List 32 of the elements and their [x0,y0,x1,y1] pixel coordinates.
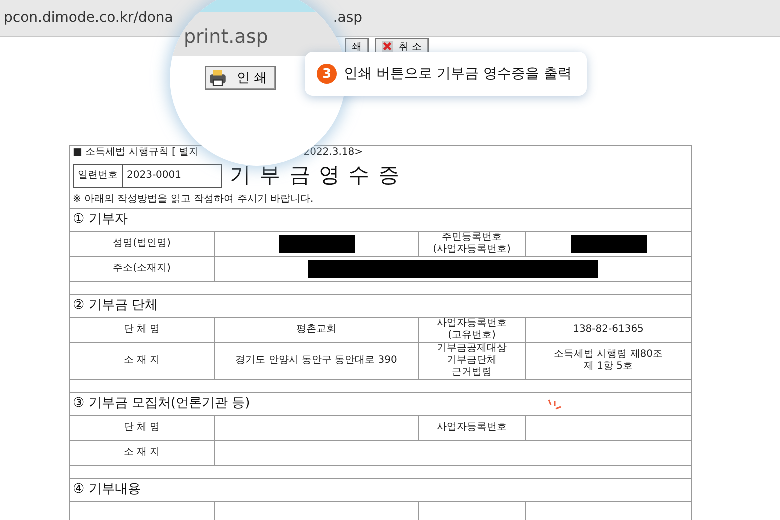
field-value: 138-82-61365 [526,318,692,342]
close-icon [382,41,393,52]
instruction-note: ※ 아래의 작성방법을 읽고 작성하여 주시기 바랍니다. [73,194,314,205]
field-value: 소득세법 시행령 제80조 제 1항 5호 [526,342,692,380]
print-button[interactable]: 인 쇄 [205,66,276,90]
section-title: ③ 기부금 모집처(언론기관 등) [73,396,250,412]
url-text: print.asp [184,26,268,48]
receipt-title: 기 부 금 영 수 증 [230,163,400,189]
regulation-date: 2022.3.18> [304,147,363,159]
section-title: ① 기부자 [73,212,128,228]
callout-text: 인쇄 버튼으로 기부금 영수증을 출력 [344,65,572,83]
field-label: 단 체 명 [70,318,214,342]
printer-icon [209,69,227,87]
field-label: 단 체 명 [70,416,214,440]
serial-value: 2023-0001 [126,170,183,182]
section-title: ④ 기부내용 [73,482,141,498]
field-label: 소 재 지 [70,342,214,380]
regulation-text: ■ 소득세법 시행규칙 [ 별지 [73,147,200,159]
field-label: 사업자등록번호 [418,416,526,440]
url-text: .asp [333,10,363,26]
field-value: 경기도 안양시 동안구 동안대로 390 [214,342,418,380]
field-label: 사업자등록번호 (고유번호) [418,318,526,342]
field-value: 평촌교회 [214,318,418,342]
serial-label: 일련번호 [74,165,123,187]
field-label: 주민등록번호 (사업자등록번호) [418,232,526,256]
field-label: 소 재 지 [70,440,214,466]
step-badge: 3 [317,64,337,84]
field-label: 기부금공제대상 기부금단체 근거법령 [418,342,526,380]
field-label: 주소(소재지) [70,256,214,282]
section-title: ② 기부금 단체 [73,298,158,314]
url-text: pcon.dimode.co.kr/dona [4,10,174,26]
field-label: 성명(법인명) [70,232,214,256]
